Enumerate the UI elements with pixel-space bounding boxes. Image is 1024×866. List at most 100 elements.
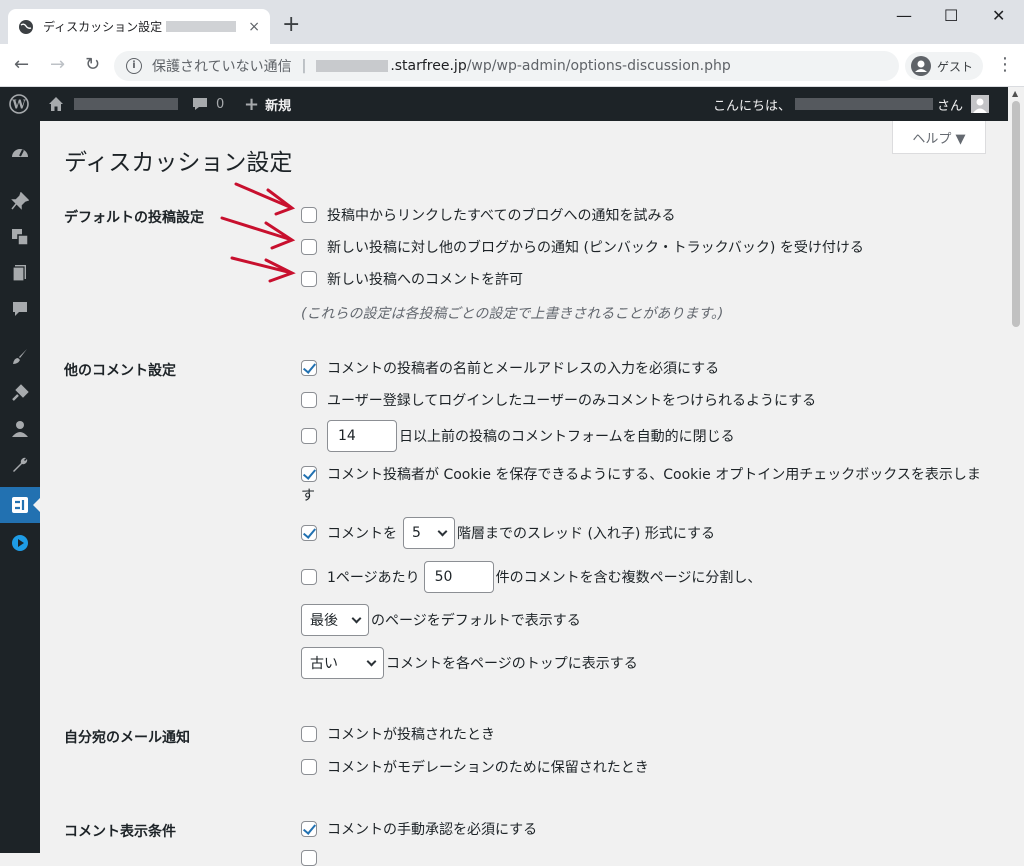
close-comments-checkbox[interactable]	[301, 428, 317, 444]
annotation-arrow-1	[234, 182, 296, 216]
other-comment-settings-label: 他のコメント設定	[64, 363, 176, 379]
help-button[interactable]: ヘルプ ▼	[892, 121, 986, 154]
menu-play-plugin[interactable]	[0, 525, 40, 561]
url-host: .starfree.jp	[390, 58, 467, 74]
allow-pings-label: 新しい投稿に対し他のブログからの通知 (ピンバック・トラックバック) を受け付け…	[327, 240, 864, 256]
scroll-up-icon[interactable]: ▲	[1012, 89, 1018, 98]
menu-posts[interactable]	[0, 183, 40, 219]
cookies-opt-in-option[interactable]: コメント投稿者が Cookie を保存できるようにする、Cookie オプトイン…	[301, 465, 991, 507]
address-bar[interactable]: i 保護されていない通信 | .starfree.jp /wp/wp-admin…	[114, 51, 899, 81]
browser-tab[interactable]: ディスカッション設定 ‹ ×	[8, 9, 270, 44]
registration-required-option[interactable]: ユーザー登録してログインしたユーザーのみコメントをつけられるようにする	[301, 390, 816, 410]
paginate-comments-prefix: 1ページあたり	[327, 570, 420, 586]
my-account-menu[interactable]: こんにちは、 さん	[713, 87, 990, 121]
comments-notify-label: コメントが投稿されたとき	[327, 727, 495, 743]
chevron-down-icon	[351, 613, 362, 623]
comment-moderation-checkbox[interactable]	[301, 821, 317, 837]
comments-icon	[13, 302, 27, 316]
close-comments-option: 14 日以上前の投稿のコメントフォームを自動的に閉じる	[301, 420, 735, 452]
reload-button[interactable]: ↻	[85, 54, 100, 76]
moderation-notify-checkbox[interactable]	[301, 759, 317, 775]
menu-users[interactable]	[0, 411, 40, 447]
scrollbar-thumb[interactable]	[1012, 101, 1020, 327]
new-content-menu[interactable]: + 新規	[244, 87, 291, 121]
close-comments-days-input[interactable]: 14	[327, 420, 397, 452]
allow-comments-option[interactable]: 新しい投稿へのコメントを許可	[301, 269, 523, 289]
menu-pages[interactable]	[0, 255, 40, 291]
thread-depth-select[interactable]: 5	[403, 517, 455, 549]
paintbrush-icon	[13, 349, 27, 364]
annotation-arrow-2	[220, 216, 296, 250]
menu-media[interactable]	[0, 219, 40, 255]
menu-comments[interactable]	[0, 291, 40, 327]
moderation-notify-option[interactable]: コメントがモデレーションのために保留されたとき	[301, 757, 649, 777]
comments-notify-option[interactable]: コメントが投稿されたとき	[301, 724, 495, 744]
site-name-menu[interactable]	[48, 87, 178, 121]
registration-required-checkbox[interactable]	[301, 392, 317, 408]
default-comments-page-select[interactable]: 最後	[301, 604, 369, 636]
attempt-notify-option[interactable]: 投稿中からリンクしたすべてのブログへの通知を試みる	[301, 205, 675, 225]
comment-moderation-option[interactable]: コメントの手動承認を必須にする	[301, 819, 537, 839]
close-window-button[interactable]: ✕	[992, 6, 1005, 25]
username-redacted	[795, 98, 934, 110]
globe-icon	[19, 19, 33, 34]
tab-title: ディスカッション設定 ‹	[43, 20, 167, 34]
attempt-notify-checkbox[interactable]	[301, 207, 317, 223]
comment-bubble-icon	[193, 98, 207, 110]
allow-comments-label: 新しい投稿へのコメントを許可	[327, 272, 523, 288]
page-scrollbar[interactable]: ▲	[1008, 87, 1024, 853]
menu-tools[interactable]	[0, 447, 40, 483]
cookies-opt-in-label: コメント投稿者が Cookie を保存できるようにする、Cookie オプトイン…	[301, 467, 981, 504]
thread-comments-option: コメントを 5 階層までのスレッド (入れ子) 形式にする	[301, 517, 715, 549]
comments-notify-checkbox[interactable]	[301, 726, 317, 742]
home-icon	[49, 97, 63, 111]
require-name-email-option[interactable]: コメントの投稿者の名前とメールアドレスの入力を必須にする	[301, 358, 719, 378]
site-name-redacted	[74, 98, 178, 110]
plug-icon	[12, 384, 29, 401]
allow-pings-checkbox[interactable]	[301, 239, 317, 255]
info-icon[interactable]: i	[126, 58, 142, 74]
forward-button[interactable]: →	[50, 54, 65, 76]
back-button[interactable]: ←	[14, 54, 29, 76]
comment-order-select[interactable]: 古い	[301, 647, 384, 679]
default-post-note: (これらの設定は各投稿ごとの設定で上書きされることがあります。)	[301, 306, 724, 322]
require-name-email-checkbox[interactable]	[301, 360, 317, 376]
allow-pings-option[interactable]: 新しい投稿に対し他のブログからの通知 (ピンバック・トラックバック) を受け付け…	[301, 237, 864, 257]
menu-plugins[interactable]	[0, 375, 40, 411]
thread-comments-checkbox[interactable]	[301, 525, 317, 541]
wordpress-logo-icon[interactable]: W	[9, 87, 29, 121]
browser-menu-icon[interactable]: ⋮	[996, 56, 1014, 74]
url-path: /wp/wp-admin/options-discussion.php	[466, 58, 731, 74]
plus-icon: +	[244, 93, 260, 115]
chevron-down-icon	[437, 526, 448, 536]
new-tab-button[interactable]: +	[282, 14, 300, 36]
user-avatar	[971, 95, 990, 113]
maximize-button[interactable]: ☐	[944, 6, 958, 25]
thread-comments-prefix: コメントを	[327, 526, 397, 542]
dashboard-gauge-icon	[12, 149, 28, 157]
comment-count: 0	[216, 96, 225, 112]
comments-per-page-input[interactable]: 50	[423, 561, 494, 593]
comment-order-value: 古い	[310, 656, 338, 672]
default-comments-page-option: 最後 のページをデフォルトで表示する	[301, 604, 581, 636]
cookies-opt-in-checkbox[interactable]	[301, 466, 317, 482]
next-option-checkbox[interactable]	[301, 850, 317, 866]
menu-settings[interactable]	[0, 487, 40, 523]
paginate-comments-checkbox[interactable]	[301, 569, 317, 585]
default-comments-page-value: 最後	[310, 613, 338, 629]
menu-dashboard[interactable]	[0, 135, 40, 171]
allow-comments-checkbox[interactable]	[301, 271, 317, 287]
greeting-text: こんにちは、	[713, 98, 792, 114]
user-icon	[12, 421, 28, 437]
email-notify-label: 自分宛のメール通知	[64, 730, 190, 746]
default-comments-page-label: のページをデフォルトで表示する	[371, 613, 581, 629]
menu-appearance[interactable]	[0, 339, 40, 375]
wp-admin-bar: W 0 + 新規 こんにちは、 さん	[0, 87, 1024, 121]
greeting-suffix: さん	[937, 98, 964, 114]
pushpin-icon	[11, 192, 29, 210]
tab-close-icon[interactable]: ×	[248, 19, 260, 35]
annotation-arrow-3	[230, 256, 296, 283]
minimize-button[interactable]: —	[896, 6, 912, 25]
profile-button[interactable]: ゲスト	[905, 52, 984, 80]
comments-menu[interactable]: 0	[192, 87, 224, 121]
